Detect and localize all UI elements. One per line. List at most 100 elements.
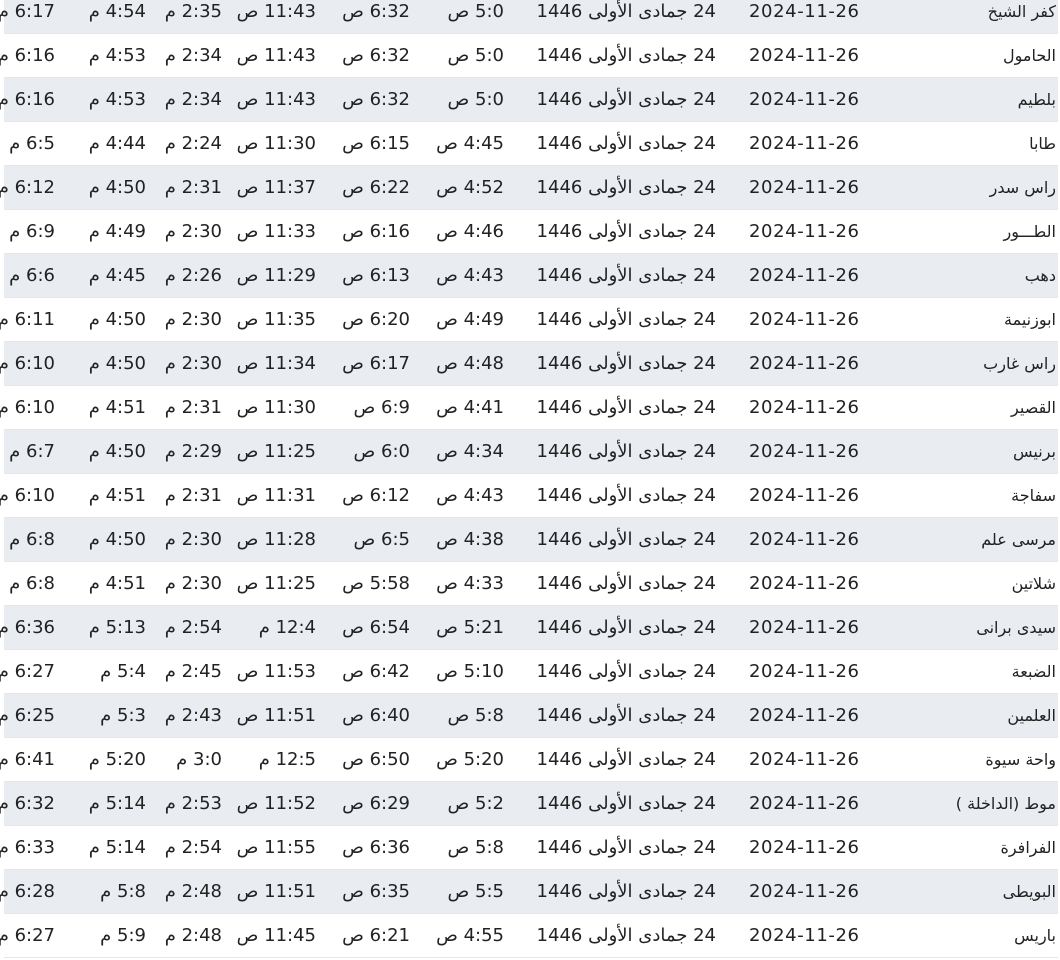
- asr-time: 2:31 م: [164, 485, 222, 506]
- gregorian-date: 2024-11-26: [749, 881, 860, 902]
- asr-time: 2:30 م: [164, 309, 222, 330]
- gregorian-date: 2024-11-26: [749, 133, 860, 154]
- sunrise-time: 6:36 ص: [342, 837, 410, 858]
- sunrise-time: 6:32 ص: [342, 89, 410, 110]
- city-name: البويطى: [1002, 882, 1056, 901]
- table-row: سفاجة 2024-11-26 24 جمادى الأولى 1446 4:43 …: [0, 474, 1058, 518]
- table-row: دهب 2024-11-26 24 جمادى الأولى 1446 4:43 ص 6…: [4, 254, 1058, 298]
- asr-time: 2:30 م: [164, 353, 222, 374]
- fajr-time: 5:0 ص: [447, 1, 504, 22]
- fajr-time: 4:49 ص: [436, 309, 504, 330]
- dhuhr-time: 11:30 ص: [236, 133, 316, 154]
- asr-time: 2:31 م: [164, 177, 222, 198]
- sunrise-time: 6:12 ص: [342, 485, 410, 506]
- gregorian-date: 2024-11-26: [749, 397, 860, 418]
- asr-time: 2:54 م: [164, 837, 222, 858]
- city-name: موط (الداخلة ): [955, 794, 1056, 813]
- isha-time: 6:36 م: [0, 617, 55, 638]
- fajr-time: 5:0 ص: [447, 45, 504, 66]
- maghrib-time: 4:50 م: [88, 353, 146, 374]
- maghrib-time: 5:14 م: [88, 837, 146, 858]
- fajr-time: 4:43 ص: [436, 265, 504, 286]
- sunrise-time: 6:16 ص: [342, 221, 410, 242]
- isha-time: 6:10 م: [0, 353, 55, 374]
- isha-time: 6:12 م: [0, 177, 55, 198]
- table-row: طابا 2024-11-26 24 جمادى الأولى 1446 4:45 ص…: [4, 122, 1058, 166]
- isha-time: 6:25 م: [0, 705, 55, 726]
- maghrib-time: 5:14 م: [88, 793, 146, 814]
- dhuhr-time: 11:33 ص: [236, 221, 316, 242]
- sunrise-time: 6:54 ص: [342, 617, 410, 638]
- table-row: الضبعة 2024-11-26 24 جمادى الأولى 1446 5:10…: [0, 650, 1058, 694]
- fajr-time: 4:43 ص: [436, 485, 504, 506]
- fajr-time: 4:55 ص: [436, 925, 504, 946]
- hijri-date: 24 جمادى الأولى 1446: [536, 749, 716, 770]
- city-name: سفاجة: [1011, 486, 1056, 505]
- prayer-times-table: كفر الشيخ 2024-11-26 24 جمادى الأولى 1446 5…: [0, 0, 1058, 958]
- table-row: واحة سيوة 2024-11-26 24 جمادى الأولى 1446 5…: [0, 738, 1058, 782]
- maghrib-time: 4:51 م: [88, 573, 146, 594]
- gregorian-date: 2024-11-26: [749, 529, 860, 550]
- isha-time: 6:17 م: [0, 1, 55, 22]
- hijri-date: 24 جمادى الأولى 1446: [536, 441, 716, 462]
- dhuhr-time: 11:51 ص: [236, 881, 316, 902]
- city-name: راس سدر: [989, 178, 1056, 197]
- city-name: الحامول: [1003, 46, 1056, 65]
- hijri-date: 24 جمادى الأولى 1446: [536, 617, 716, 638]
- gregorian-date: 2024-11-26: [749, 89, 860, 110]
- asr-time: 2:48 م: [164, 881, 222, 902]
- maghrib-time: 5:4 م: [100, 661, 146, 682]
- fajr-time: 4:45 ص: [436, 133, 504, 154]
- sunrise-time: 6:22 ص: [342, 177, 410, 198]
- gregorian-date: 2024-11-26: [749, 221, 860, 242]
- gregorian-date: 2024-11-26: [749, 485, 860, 506]
- table-row: البويطى 2024-11-26 24 جمادى الأولى 1446 5:5…: [0, 870, 1058, 914]
- dhuhr-time: 11:55 ص: [236, 837, 316, 858]
- gregorian-date: 2024-11-26: [749, 309, 860, 330]
- table-row: راس سدر 2024-11-26 24 جمادى الأولى 1446 4:5…: [0, 166, 1058, 210]
- maghrib-time: 5:20 م: [88, 749, 146, 770]
- isha-time: 6:16 م: [0, 89, 55, 110]
- gregorian-date: 2024-11-26: [749, 265, 860, 286]
- isha-time: 6:10 م: [0, 485, 55, 506]
- dhuhr-time: 11:53 ص: [236, 661, 316, 682]
- dhuhr-time: 11:30 ص: [236, 397, 316, 418]
- asr-time: 2:30 م: [164, 221, 222, 242]
- maghrib-time: 4:45 م: [88, 265, 146, 286]
- table-row: برنيس 2024-11-26 24 جمادى الأولى 1446 4:34 …: [4, 430, 1058, 474]
- fajr-time: 4:48 ص: [436, 353, 504, 374]
- hijri-date: 24 جمادى الأولى 1446: [536, 221, 716, 242]
- gregorian-date: 2024-11-26: [749, 793, 860, 814]
- city-name: راس غارب: [983, 354, 1056, 373]
- fajr-time: 4:52 ص: [436, 177, 504, 198]
- gregorian-date: 2024-11-26: [749, 353, 860, 374]
- maghrib-time: 5:13 م: [88, 617, 146, 638]
- hijri-date: 24 جمادى الأولى 1446: [536, 485, 716, 506]
- hijri-date: 24 جمادى الأولى 1446: [536, 837, 716, 858]
- fajr-time: 5:0 ص: [447, 89, 504, 110]
- sunrise-time: 6:0 ص: [353, 441, 410, 462]
- dhuhr-time: 11:34 ص: [236, 353, 316, 374]
- dhuhr-time: 11:25 ص: [236, 573, 316, 594]
- sunrise-time: 6:21 ص: [342, 925, 410, 946]
- sunrise-time: 6:35 ص: [342, 881, 410, 902]
- fajr-time: 4:34 ص: [436, 441, 504, 462]
- isha-time: 6:10 م: [0, 397, 55, 418]
- isha-time: 6:7 م: [9, 441, 55, 462]
- asr-time: 2:43 م: [164, 705, 222, 726]
- asr-time: 2:34 م: [164, 89, 222, 110]
- hijri-date: 24 جمادى الأولى 1446: [536, 705, 716, 726]
- sunrise-time: 6:29 ص: [342, 793, 410, 814]
- hijri-date: 24 جمادى الأولى 1446: [536, 573, 716, 594]
- fajr-time: 4:46 ص: [436, 221, 504, 242]
- isha-time: 6:6 م: [9, 265, 55, 286]
- hijri-date: 24 جمادى الأولى 1446: [536, 265, 716, 286]
- maghrib-time: 4:50 م: [88, 441, 146, 462]
- asr-time: 2:29 م: [164, 441, 222, 462]
- maghrib-time: 4:50 م: [88, 529, 146, 550]
- table-row: الفرافرة 2024-11-26 24 جمادى الأولى 1446 5:…: [0, 826, 1058, 870]
- isha-time: 6:27 م: [0, 925, 55, 946]
- table-row: مرسى علم 2024-11-26 24 جمادى الأولى 1446 4:…: [4, 518, 1058, 562]
- dhuhr-time: 11:52 ص: [236, 793, 316, 814]
- gregorian-date: 2024-11-26: [749, 573, 860, 594]
